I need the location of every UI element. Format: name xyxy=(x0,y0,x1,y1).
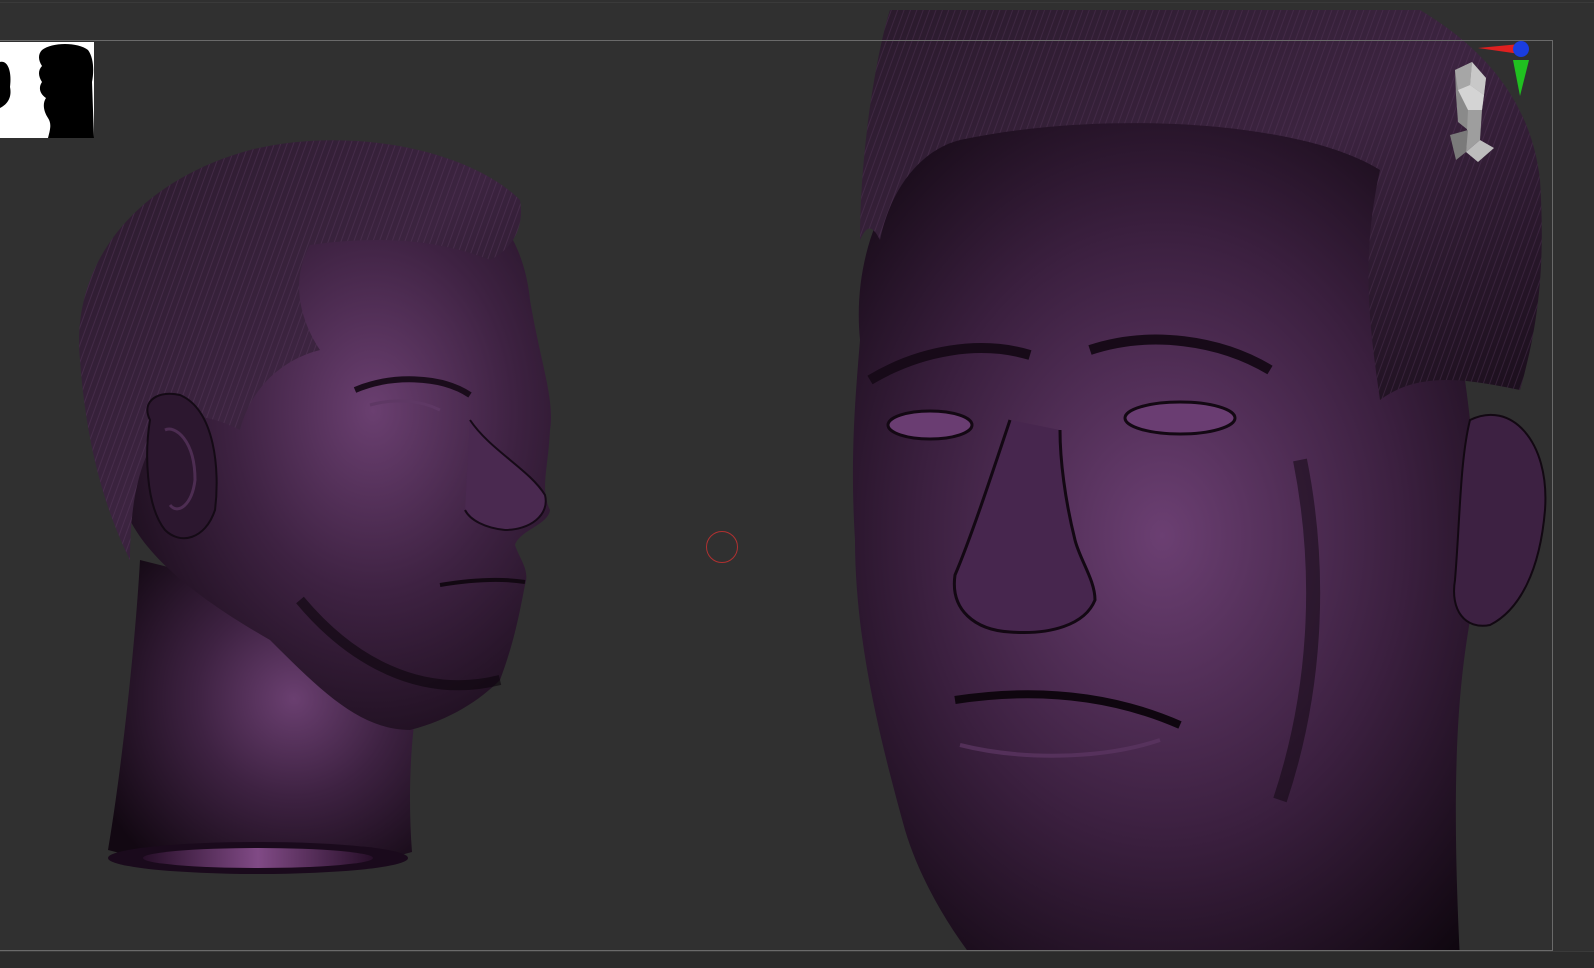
sculpt-scene[interactable] xyxy=(0,0,1594,967)
brush-cursor-icon xyxy=(706,531,738,563)
head-model-front-closeup[interactable] xyxy=(852,10,1547,967)
y-axis-icon[interactable] xyxy=(1513,60,1529,96)
head-silhouette-icon[interactable] xyxy=(0,42,94,138)
viewport-canvas[interactable] xyxy=(0,0,1594,968)
navigation-head-gizmo-icon[interactable] xyxy=(1450,40,1570,170)
bottom-border xyxy=(0,951,1594,968)
z-axis-icon[interactable] xyxy=(1513,41,1529,57)
head-model-side-view[interactable] xyxy=(79,140,551,874)
